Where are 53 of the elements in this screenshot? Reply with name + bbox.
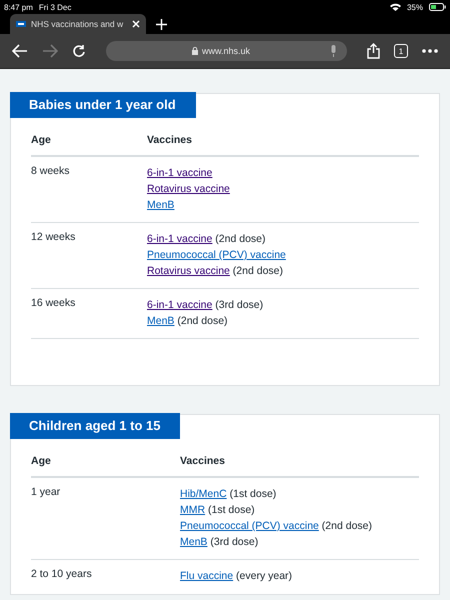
vaccine-link[interactable]: 6-in-1 vaccine	[147, 299, 212, 311]
vaccine-entry: Pneumococcal (PCV) vaccine (2nd dose)	[180, 519, 372, 534]
vaccine-entry: Hib/MenC (1st dose)	[180, 487, 278, 502]
address-bar[interactable]: www.nhs.uk	[106, 41, 347, 61]
tab-title: NHS vaccinations and w	[31, 19, 124, 29]
section-heading: Babies under 1 year old	[10, 92, 196, 118]
url-text: www.nhs.uk	[202, 46, 250, 56]
vaccine-link[interactable]: Pneumococcal (PCV) vaccine	[180, 520, 319, 532]
vaccine-link[interactable]: MenB	[147, 199, 174, 211]
more-icon[interactable]	[422, 49, 438, 53]
vaccine-link[interactable]: 6-in-1 vaccine	[147, 233, 212, 245]
back-icon[interactable]	[12, 44, 28, 58]
vaccine-link[interactable]: Rotavirus vaccine	[147, 183, 230, 195]
status-date: Fri 3 Dec	[38, 2, 72, 12]
vaccine-link[interactable]: MenB	[180, 536, 208, 548]
vaccine-link[interactable]: Flu vaccine	[180, 570, 234, 582]
vaccine-link[interactable]: MenB	[147, 315, 174, 327]
vaccine-link[interactable]: MMR	[180, 504, 206, 516]
vaccine-entry: Rotavirus vaccine (2nd dose)	[147, 264, 284, 279]
status-time: 8:47 pm	[4, 2, 33, 12]
vaccine-link[interactable]: Rotavirus vaccine	[147, 265, 230, 277]
lock-icon	[192, 47, 198, 55]
vaccine-entry: 6-in-1 vaccine (3rd dose)	[147, 298, 264, 313]
forward-icon[interactable]	[42, 44, 58, 58]
battery-percent: 35%	[406, 2, 423, 12]
vaccine-entry: MenB (3rd dose)	[180, 535, 260, 550]
table-cell-text: 16 weeks	[31, 297, 76, 311]
section-heading: Children aged 1 to 15	[10, 413, 180, 439]
table-cell-text: 8 weeks	[31, 165, 71, 179]
share-icon[interactable]	[367, 43, 380, 59]
vaccine-link[interactable]: Pneumococcal (PCV) vaccine	[147, 249, 286, 261]
battery-icon	[429, 3, 446, 11]
table-cell-text: 2 to 10 years	[31, 568, 93, 582]
column-header: Age	[31, 455, 52, 467]
vaccine-link[interactable]: Hib/MenC	[180, 488, 227, 500]
vaccine-entry: 6-in-1 vaccine (2nd dose)	[147, 232, 266, 247]
reload-icon[interactable]	[72, 44, 86, 58]
tab-count-button[interactable]: 1	[394, 44, 408, 58]
wifi-icon	[390, 3, 401, 11]
new-tab-icon[interactable]	[156, 18, 167, 30]
vaccine-link[interactable]: 6-in-1 vaccine	[147, 167, 212, 179]
table-cell-text: 1 year	[31, 486, 62, 500]
column-header: Vaccines	[147, 134, 192, 146]
table-cell-text: 12 weeks	[31, 231, 76, 245]
vaccine-entry: MMR (1st dose)	[180, 503, 256, 518]
microphone-icon[interactable]	[330, 45, 337, 57]
close-icon[interactable]	[132, 20, 140, 28]
site-favicon	[16, 21, 26, 27]
column-header: Age	[31, 134, 52, 146]
column-header: Vaccines	[180, 455, 225, 467]
browser-tab[interactable]: NHS vaccinations and w	[10, 14, 146, 34]
vaccine-entry: Flu vaccine (every year)	[180, 569, 292, 584]
vaccine-entry: MenB (2nd dose)	[147, 314, 229, 329]
